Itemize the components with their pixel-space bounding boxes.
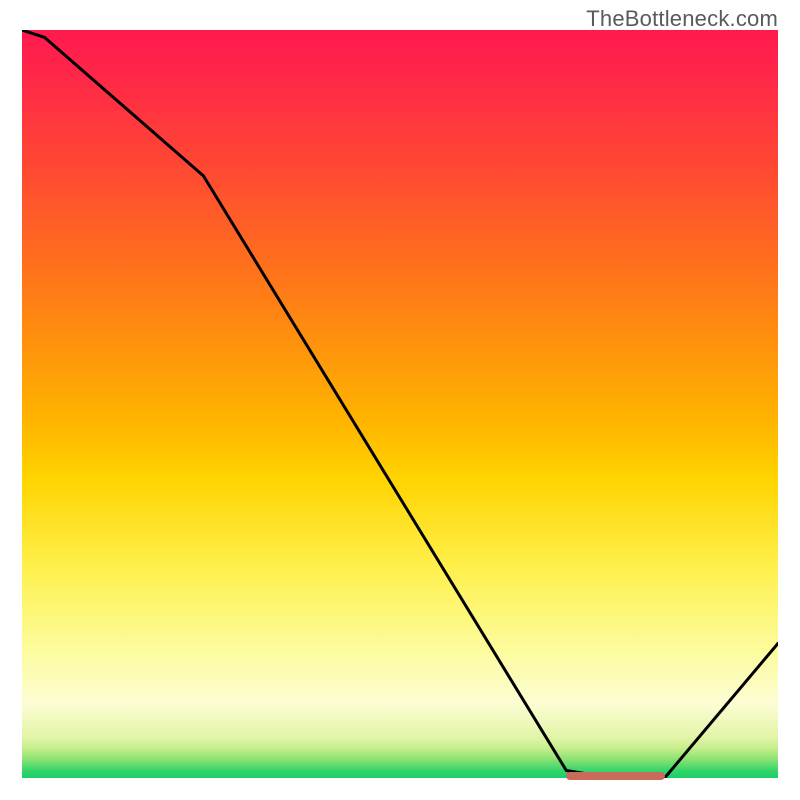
chart-container: TheBottleneck.com	[0, 0, 800, 800]
watermark-text: TheBottleneck.com	[586, 6, 778, 32]
optimal-range-marker	[566, 772, 664, 780]
bottleneck-curve	[22, 30, 778, 778]
